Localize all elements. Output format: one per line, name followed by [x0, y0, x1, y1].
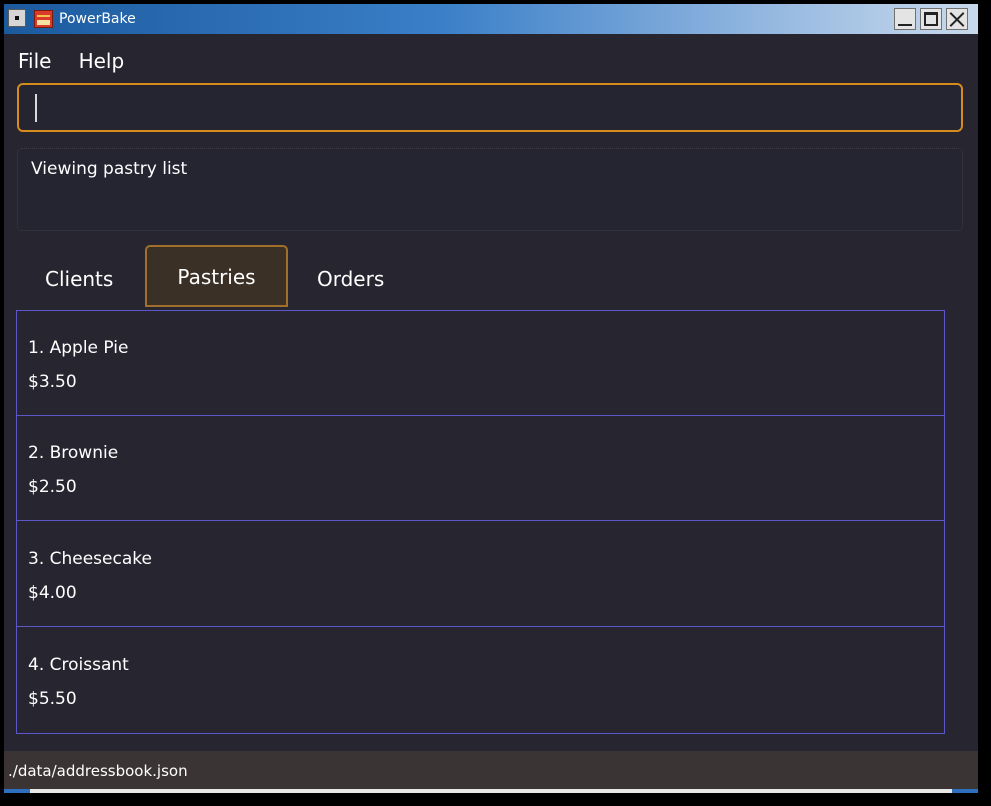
pastry-name: 4. Croissant: [28, 655, 129, 675]
maximize-icon: [924, 12, 938, 26]
pastry-price: $2.50: [28, 477, 77, 497]
minimize-button[interactable]: [894, 8, 916, 30]
maximize-button[interactable]: [920, 8, 942, 30]
menu-bar: File Help: [18, 46, 146, 76]
text-caret: [35, 94, 37, 122]
tab-pastries[interactable]: Pastries: [145, 245, 288, 307]
command-box[interactable]: [17, 83, 963, 132]
data-file-path: ./data/addressbook.json: [8, 762, 188, 780]
menu-help[interactable]: Help: [79, 46, 125, 76]
powerbake-app-icon: [34, 10, 53, 28]
tab-orders[interactable]: Orders: [317, 265, 384, 293]
result-message: Viewing pastry list: [31, 159, 188, 179]
pastry-list[interactable]: 1. Apple Pie $3.50 2. Brownie $2.50 3. C…: [16, 310, 945, 734]
status-bar: ./data/addressbook.json: [4, 751, 978, 789]
list-item[interactable]: 3. Cheesecake $4.00: [17, 522, 944, 627]
list-item[interactable]: 2. Brownie $2.50: [17, 416, 944, 521]
menu-file[interactable]: File: [18, 46, 51, 76]
pastry-name: 1. Apple Pie: [28, 338, 129, 358]
tab-clients[interactable]: Clients: [45, 265, 113, 293]
pastry-price: $4.00: [28, 583, 77, 603]
pastry-price: $5.50: [28, 689, 77, 709]
title-bar[interactable]: PowerBake: [4, 4, 978, 34]
pastry-name: 2. Brownie: [28, 443, 119, 463]
close-icon: [947, 9, 967, 29]
minimize-icon: [898, 24, 912, 26]
window-title: PowerBake: [59, 11, 136, 27]
pastry-price: $3.50: [28, 372, 77, 392]
list-item[interactable]: 4. Croissant $5.50: [17, 628, 944, 733]
command-input[interactable]: [39, 91, 943, 127]
window-bottom-shadow: [4, 793, 978, 802]
list-item[interactable]: 1. Apple Pie $3.50: [17, 311, 944, 416]
close-button[interactable]: [946, 8, 968, 30]
app-window: PowerBake File Help Viewing pastry list …: [4, 4, 978, 802]
result-display: Viewing pastry list: [17, 148, 963, 231]
tab-pastries-label: Pastries: [177, 265, 256, 289]
system-menu-icon[interactable]: [8, 9, 26, 27]
pastry-name: 3. Cheesecake: [28, 549, 152, 569]
